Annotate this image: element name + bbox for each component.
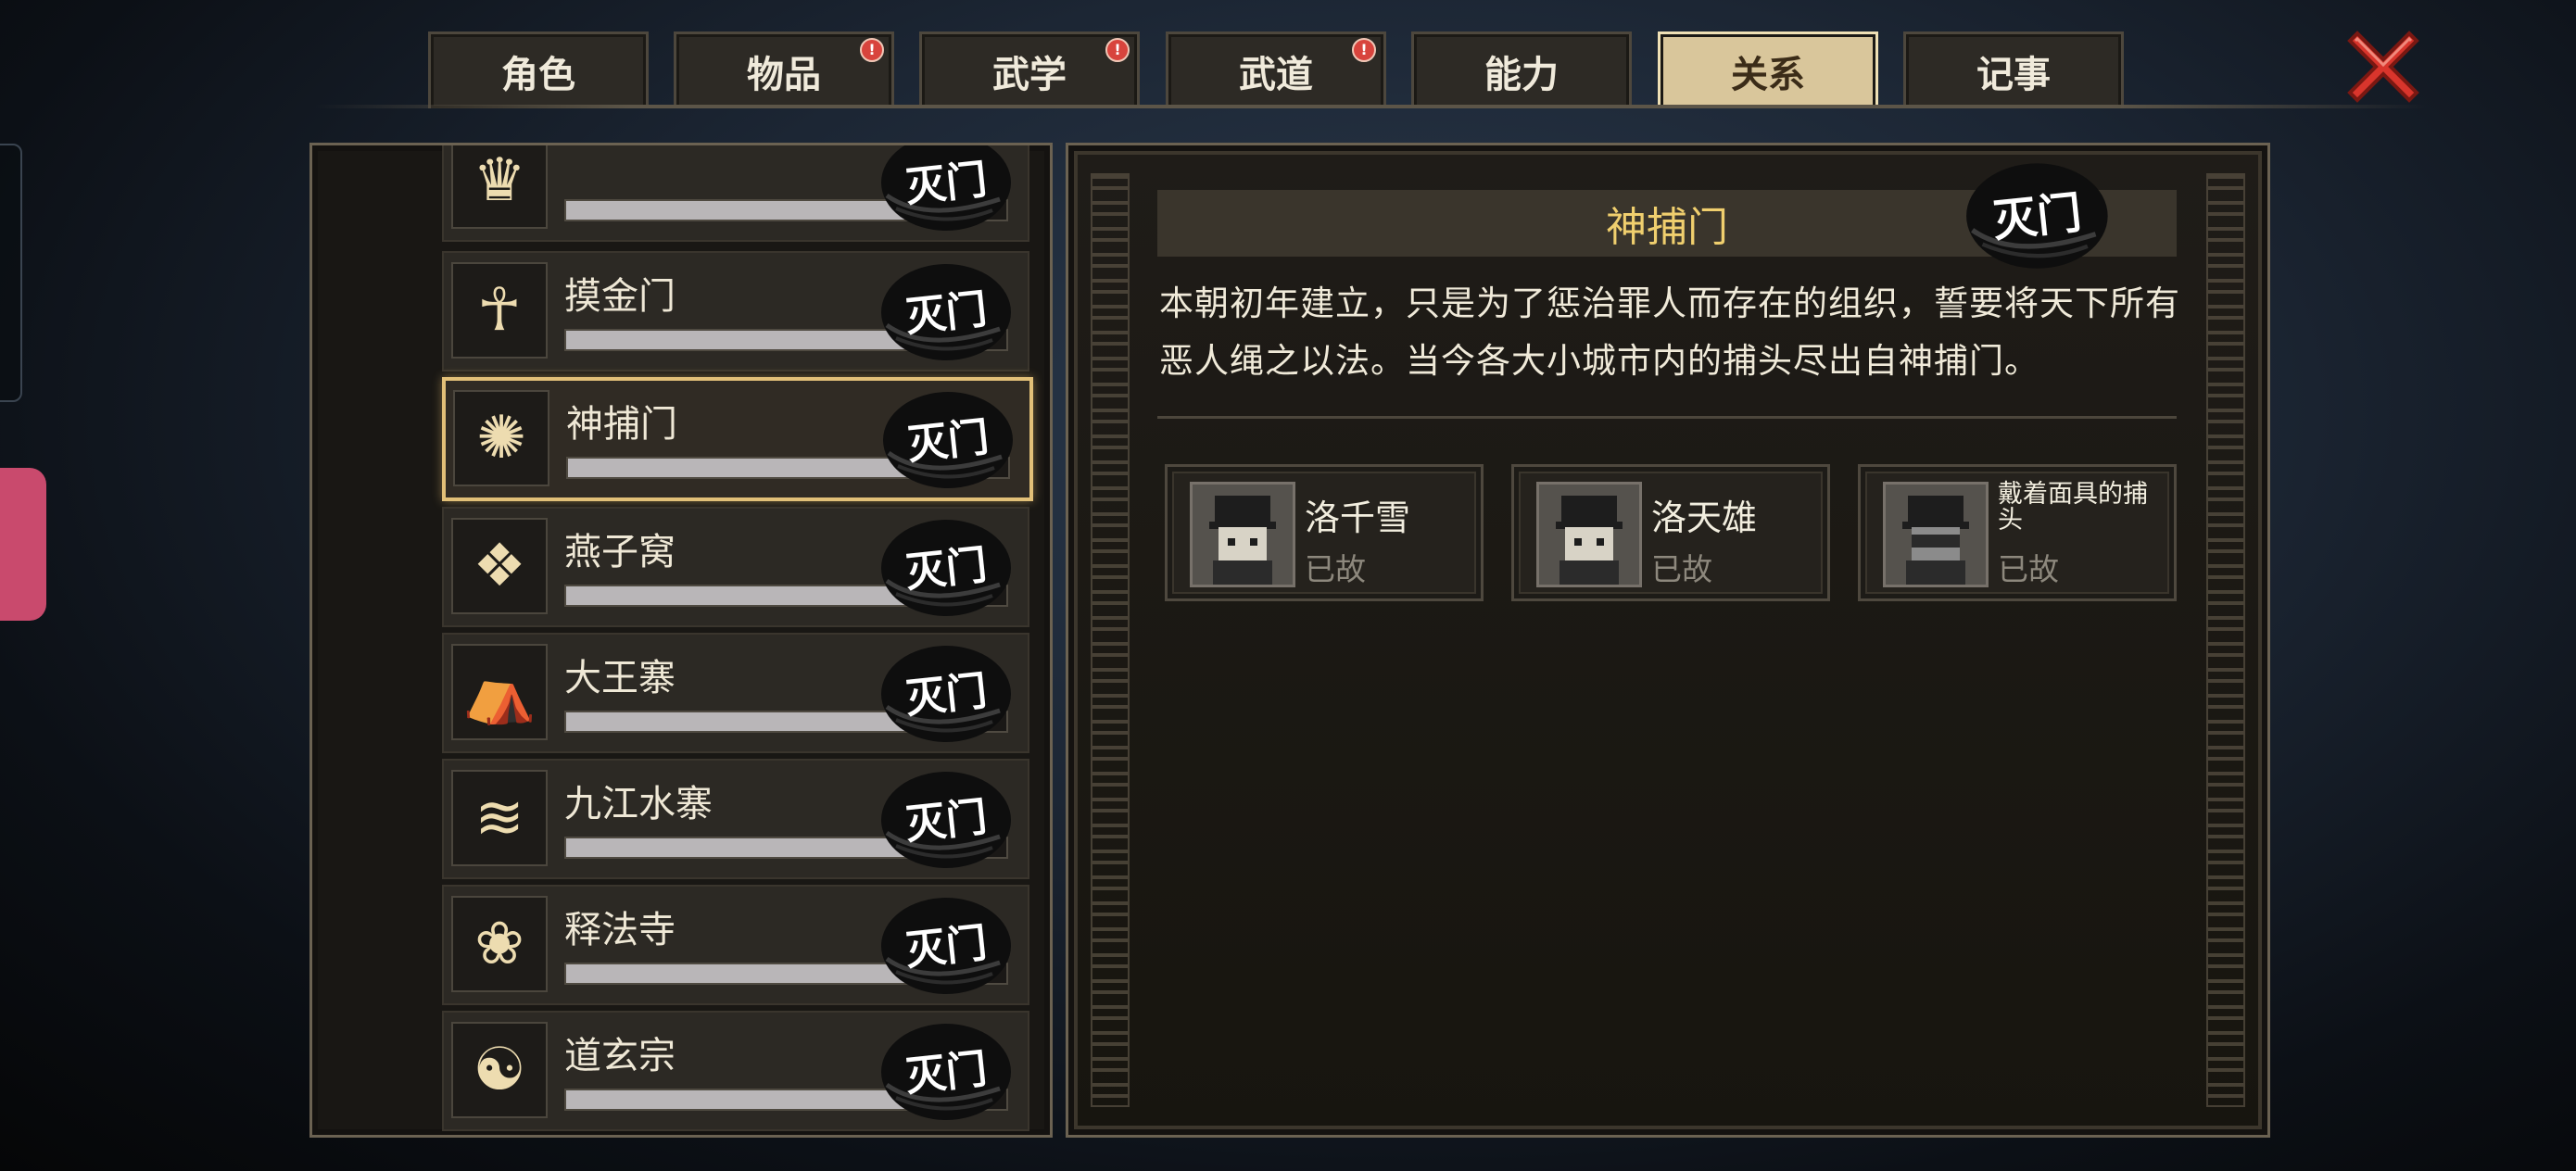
sect-item-selected[interactable]: ✺ 神捕门 灭门	[442, 377, 1033, 501]
member-status: 已故	[1651, 551, 1712, 587]
sect-item[interactable]: ☥ 摸金门 灭门	[442, 251, 1029, 371]
alert-badge-icon: !	[1105, 38, 1130, 62]
svg-text:灭门: 灭门	[903, 668, 990, 724]
member-name: 戴着面具的捕头	[1998, 480, 2148, 535]
member-name: 洛天雄	[1651, 497, 1758, 538]
border-ornament	[2206, 173, 2245, 1107]
member-card[interactable]: 洛千雪 已故	[1165, 464, 1484, 601]
member-name: 洛千雪	[1305, 497, 1411, 538]
sect-item[interactable]: ❀ 释法寺 灭门	[442, 885, 1029, 1005]
tab-abilities[interactable]: 能力	[1411, 31, 1632, 108]
eye-emblem-icon: ✺	[453, 390, 549, 486]
tab-label: 物品	[747, 54, 821, 96]
crane-emblem-icon: ☯	[451, 1022, 548, 1118]
scarab-emblem-icon: ☥	[451, 262, 548, 359]
avatar	[1190, 482, 1295, 587]
sect-name: 道玄宗	[564, 1035, 676, 1077]
tab-label: 记事	[1976, 54, 2051, 96]
tab-items[interactable]: 物品!	[674, 31, 894, 108]
lotus-emblem-icon: ❀	[451, 896, 548, 992]
tab-journal[interactable]: 记事	[1903, 31, 2124, 108]
sect-description: 本朝初年建立，只是为了惩治罪人而存在的组织，誓要将天下所有恶人绳之以法。当今各大…	[1159, 283, 2180, 381]
svg-text:灭门: 灭门	[903, 794, 990, 850]
destroyed-seal-icon: 灭门	[870, 768, 1015, 870]
divider	[1157, 416, 2177, 419]
svg-text:灭门: 灭门	[903, 157, 990, 212]
avatar-masked	[1883, 482, 1989, 587]
destroyed-seal-icon: 灭门	[870, 516, 1015, 618]
destroyed-seal-icon: 灭门	[872, 388, 1017, 490]
border-ornament	[1091, 173, 1130, 1107]
member-status: 已故	[1305, 551, 1366, 587]
sect-name: 摸金门	[564, 275, 676, 318]
sect-item[interactable]: ♛ 灭门	[442, 145, 1029, 242]
tab-martial-arts[interactable]: 武学!	[919, 31, 1140, 108]
side-drawer-handle[interactable]	[0, 144, 22, 402]
member-status: 已故	[1998, 551, 2059, 587]
tab-character[interactable]: 角色	[428, 31, 649, 108]
sect-name: 大王寨	[564, 657, 676, 699]
svg-text:灭门: 灭门	[905, 414, 991, 470]
sect-item[interactable]: ❖ 燕子窝 灭门	[442, 507, 1029, 627]
tab-label: 武道	[1239, 54, 1313, 96]
sect-name: 神捕门	[566, 403, 677, 446]
destroyed-seal-icon: 灭门	[870, 894, 1015, 996]
destroyed-seal-icon: 灭门	[870, 260, 1015, 362]
destroyed-seal-icon: 灭门	[1954, 145, 2112, 284]
destroyed-seal-icon: 灭门	[870, 642, 1015, 744]
member-card[interactable]: 洛天雄 已故	[1511, 464, 1830, 601]
sect-title: 神捕门	[1606, 204, 1728, 251]
sect-name: 释法寺	[564, 909, 676, 951]
tab-relations[interactable]: 关系	[1658, 31, 1878, 108]
sect-name: 燕子窝	[564, 531, 676, 573]
alert-badge-icon: !	[1352, 38, 1376, 62]
avatar	[1536, 482, 1642, 587]
water-fort-emblem-icon: ≋	[451, 770, 548, 866]
swallow-emblem-icon: ❖	[451, 518, 548, 614]
sect-item[interactable]: ≋ 九江水寨 灭门	[442, 759, 1029, 879]
sect-detail-panel: 神捕门 灭门 本朝初年建立，只是为了惩治罪人而存在的组织，誓要将天下所有恶人绳之…	[1066, 143, 2270, 1138]
tab-divider	[315, 105, 2428, 108]
floating-app-icon[interactable]	[0, 468, 46, 621]
tab-martial-way[interactable]: 武道!	[1166, 31, 1386, 108]
svg-text:灭门: 灭门	[903, 920, 990, 976]
sect-item[interactable]: ⛺ 大王寨 灭门	[442, 633, 1029, 753]
svg-text:灭门: 灭门	[1990, 188, 2084, 248]
destroyed-seal-icon: 灭门	[870, 1020, 1015, 1122]
tab-label: 角色	[501, 54, 575, 96]
alert-badge-icon: !	[860, 38, 884, 62]
sect-item[interactable]: ☯ 道玄宗 灭门	[442, 1011, 1029, 1131]
svg-text:灭门: 灭门	[903, 1046, 990, 1102]
sect-list-panel[interactable]: ♛ 灭门 ☥ 摸金门 灭门 ✺ 神捕门 灭门 ❖ 燕子窝 灭门 ⛺ 大王寨 灭门…	[309, 143, 1053, 1138]
member-card[interactable]: 戴着面具的捕头 已故	[1858, 464, 2177, 601]
tab-label: 能力	[1484, 54, 1559, 96]
close-button[interactable]	[2337, 20, 2430, 113]
tab-label: 武学	[992, 54, 1067, 96]
destroyed-seal-icon: 灭门	[870, 145, 1015, 233]
sect-name: 九江水寨	[564, 783, 713, 825]
svg-text:灭门: 灭门	[903, 286, 990, 342]
close-icon	[2347, 31, 2419, 103]
tab-label: 关系	[1731, 54, 1805, 96]
crown-emblem-icon: ♛	[451, 145, 548, 229]
svg-text:灭门: 灭门	[903, 542, 990, 598]
fortress-emblem-icon: ⛺	[451, 644, 548, 740]
